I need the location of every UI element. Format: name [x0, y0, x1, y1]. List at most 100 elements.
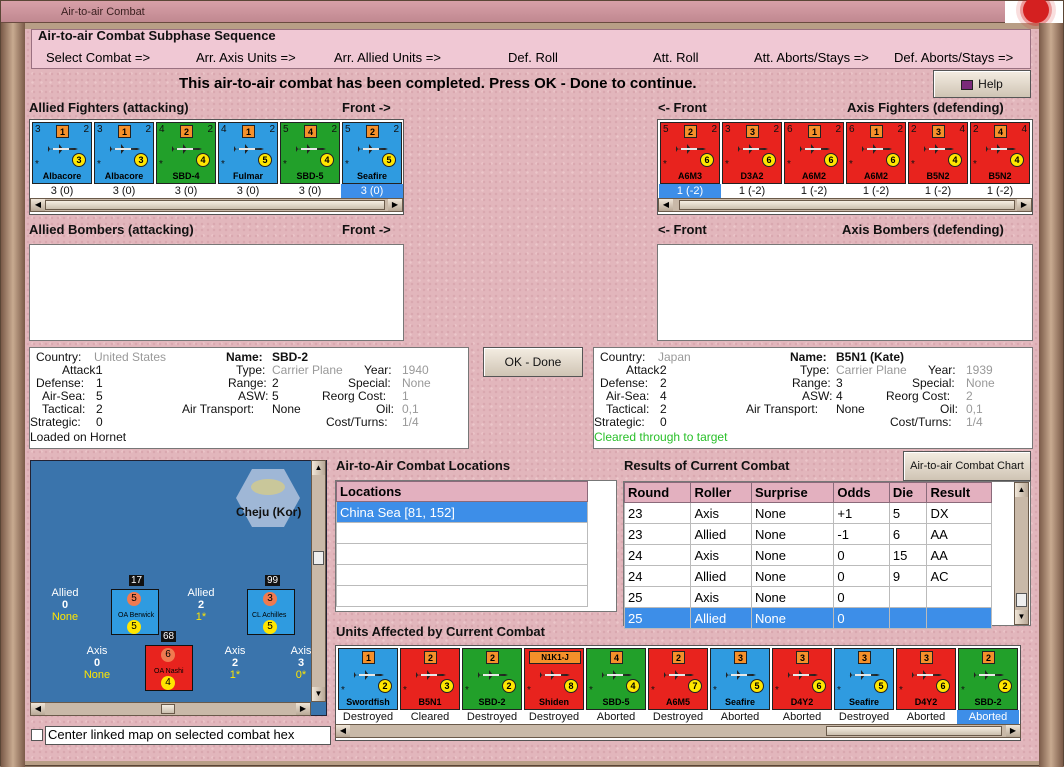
subphase-title: Air-to-air Combat Subphase Sequence: [38, 28, 276, 43]
hex-allied-0: Allied 0 None: [51, 587, 79, 623]
plane-icon: [232, 144, 264, 154]
title-bar[interactable]: Air-to-air Combat: [1, 0, 1063, 23]
location-row-china-sea[interactable]: China Sea [81, 152]: [336, 501, 588, 523]
plane-icon: [538, 670, 570, 680]
unit-card[interactable]: 5 2 2 * 6 A6M3: [660, 122, 720, 184]
axis-fighters-front: <- Front: [658, 100, 707, 115]
subphase-sequence-bar: Air-to-air Combat Subphase Sequence Sele…: [31, 28, 1031, 69]
center-map-label: Center linked map on selected combat hex: [45, 726, 331, 745]
plane-icon: [972, 670, 1004, 680]
hex-axis-2: Axis 2 1*: [224, 645, 246, 681]
unit-card[interactable]: 4 1 2 * 5 Fulmar: [218, 122, 278, 184]
unit-value: 3 (0): [341, 184, 403, 198]
status-message: This air-to-air combat has been complete…: [179, 75, 697, 92]
unit-card[interactable]: 4 2 2 * 4 SBD-4: [156, 122, 216, 184]
unit-card[interactable]: 1 * 2 Swordfish: [338, 648, 398, 710]
unit-value: Destroyed: [838, 711, 890, 723]
plane-icon: [356, 144, 388, 154]
unit-card[interactable]: 3 * 5 Seafire: [834, 648, 894, 710]
unit-card[interactable]: 3 * 6 D4Y2: [896, 648, 956, 710]
step-att-aborts: Att. Aborts/Stays =>: [754, 50, 869, 65]
axis-bombers-box[interactable]: [657, 244, 1033, 341]
result-row[interactable]: 25 Axis None 0: [623, 586, 992, 608]
stack-count-99: 99: [265, 575, 281, 586]
plane-icon: [860, 144, 892, 154]
unit-card[interactable]: 3 * 6 D4Y2: [772, 648, 832, 710]
combat-chart-button[interactable]: Air-to-air Combat Chart: [903, 451, 1031, 481]
unit-value: Destroyed: [528, 711, 580, 723]
unit-card[interactable]: 5 2 2 * 5 Seafire: [342, 122, 402, 184]
allied-fighters-row: 3 1 2 * 3 Albacore 3 (0) 3 1 2 * 3 Albac…: [29, 119, 404, 215]
window-title: Air-to-air Combat: [61, 6, 145, 18]
unit-value: Aborted: [782, 711, 822, 723]
window: Air-to-air Combat Air-to-air Combat Subp…: [0, 0, 1064, 767]
step-arr-allied: Arr. Allied Units =>: [334, 50, 441, 65]
axis-bombers-label: Axis Bombers (defending): [842, 222, 1004, 237]
plane-icon: [724, 670, 756, 680]
results-vscroll[interactable]: ▲ ▼: [1014, 482, 1029, 625]
unit-card[interactable]: 6 1 2 * 6 A6M2: [846, 122, 906, 184]
allied-fighters-label: Allied Fighters (attacking): [29, 100, 189, 115]
map-hscroll[interactable]: ◀ ▶: [30, 702, 311, 716]
cheju-label: Cheju (Kor): [236, 505, 302, 519]
result-row[interactable]: 25 Allied None 0: [623, 607, 992, 629]
allied-fighters-hscroll[interactable]: ◀ ▶: [30, 198, 403, 212]
linked-map[interactable]: Cheju (Kor) Allied 0 None Allied 2 1* Axis 0 N…: [30, 460, 327, 716]
unit-card[interactable]: 4 * 4 SBD-5: [586, 648, 646, 710]
map-vscroll[interactable]: ▲ ▼: [311, 460, 326, 702]
unit-card[interactable]: 3 * 5 Seafire: [710, 648, 770, 710]
unit-value: 1 (-2): [659, 184, 721, 198]
plane-icon: [108, 144, 140, 154]
unit-card[interactable]: 3 3 2 * 6 D3A2: [722, 122, 782, 184]
unit-value: Aborted: [906, 711, 946, 723]
results-header: Die: [888, 482, 928, 503]
help-label: Help: [978, 77, 1003, 91]
axis-fighters-hscroll[interactable]: ◀ ▶: [658, 198, 1032, 212]
affected-hscroll[interactable]: ◀ ▶: [335, 724, 1021, 738]
unit-card[interactable]: 2 4 4 * 4 B5N2: [970, 122, 1030, 184]
ok-done-button[interactable]: OK - Done: [483, 347, 583, 377]
plane-icon: [476, 670, 508, 680]
help-button[interactable]: Help: [933, 70, 1031, 98]
map-unit-berwick[interactable]: 5 OA Berwick 5: [111, 589, 159, 635]
map-unit-nashi[interactable]: 6 OA Nashi 4: [145, 645, 193, 691]
unit-card[interactable]: 2 * 3 B5N1: [400, 648, 460, 710]
unit-card[interactable]: 2 * 7 A6M5: [648, 648, 708, 710]
unit-card[interactable]: 5 4 2 * 4 SBD-5: [280, 122, 340, 184]
unit-card[interactable]: 2 3 4 * 4 B5N2: [908, 122, 968, 184]
unit-card[interactable]: 3 1 2 * 3 Albacore: [32, 122, 92, 184]
stack-count-17: 17: [129, 575, 145, 586]
unit-value: 3 (0): [236, 185, 260, 197]
japan-flag-icon: [1005, 0, 1063, 23]
plane-icon: [786, 670, 818, 680]
center-map-checkbox[interactable]: [31, 729, 43, 741]
axis-bombers-front: <- Front: [658, 222, 707, 237]
map-unit-achilles[interactable]: 3 CL Achilles 5: [247, 589, 295, 635]
result-row[interactable]: 24 Allied None 0 9 AC: [623, 565, 992, 587]
allied-bombers-box[interactable]: [29, 244, 404, 341]
results-header: Odds: [833, 482, 890, 503]
unit-value: 3 (0): [298, 185, 322, 197]
plane-icon: [922, 144, 954, 154]
unit-card[interactable]: 2 * 2 SBD-2: [462, 648, 522, 710]
unit-card[interactable]: 6 1 2 * 6 A6M2: [784, 122, 844, 184]
plane-icon: [294, 144, 326, 154]
stack-count-68: 68: [161, 631, 177, 642]
axis-unit-info: Country: Japan Attack: 2 Defense: 2 Air-Sea: 4 T…: [593, 347, 1033, 449]
result-row[interactable]: 23 Allied None -1 6 AA: [623, 523, 992, 545]
unit-card[interactable]: N1K1-J * 8 Shiden: [524, 648, 584, 710]
result-row[interactable]: 24 Axis None 0 15 AA: [623, 544, 992, 566]
locations-list: Locations China Sea [81, 152]: [335, 480, 617, 612]
unit-value: 1 (-2): [800, 185, 828, 197]
allied-fighters-front: Front ->: [342, 100, 391, 115]
unit-note: Cleared through to target: [594, 430, 728, 444]
result-row[interactable]: 23 Axis None +1 5 DX: [623, 502, 992, 524]
unit-value: 1 (-2): [924, 185, 952, 197]
results-header: Surprise: [750, 482, 835, 503]
left-frame: [1, 23, 25, 767]
unit-card[interactable]: 2 * 2 SBD-2: [958, 648, 1018, 710]
unit-value: Aborted: [596, 711, 636, 723]
allied-unit-info: Country: United States Attack: 1 Defense: 1 Ai…: [29, 347, 469, 449]
unit-value: 1 (-2): [986, 185, 1014, 197]
unit-card[interactable]: 3 1 2 * 3 Albacore: [94, 122, 154, 184]
